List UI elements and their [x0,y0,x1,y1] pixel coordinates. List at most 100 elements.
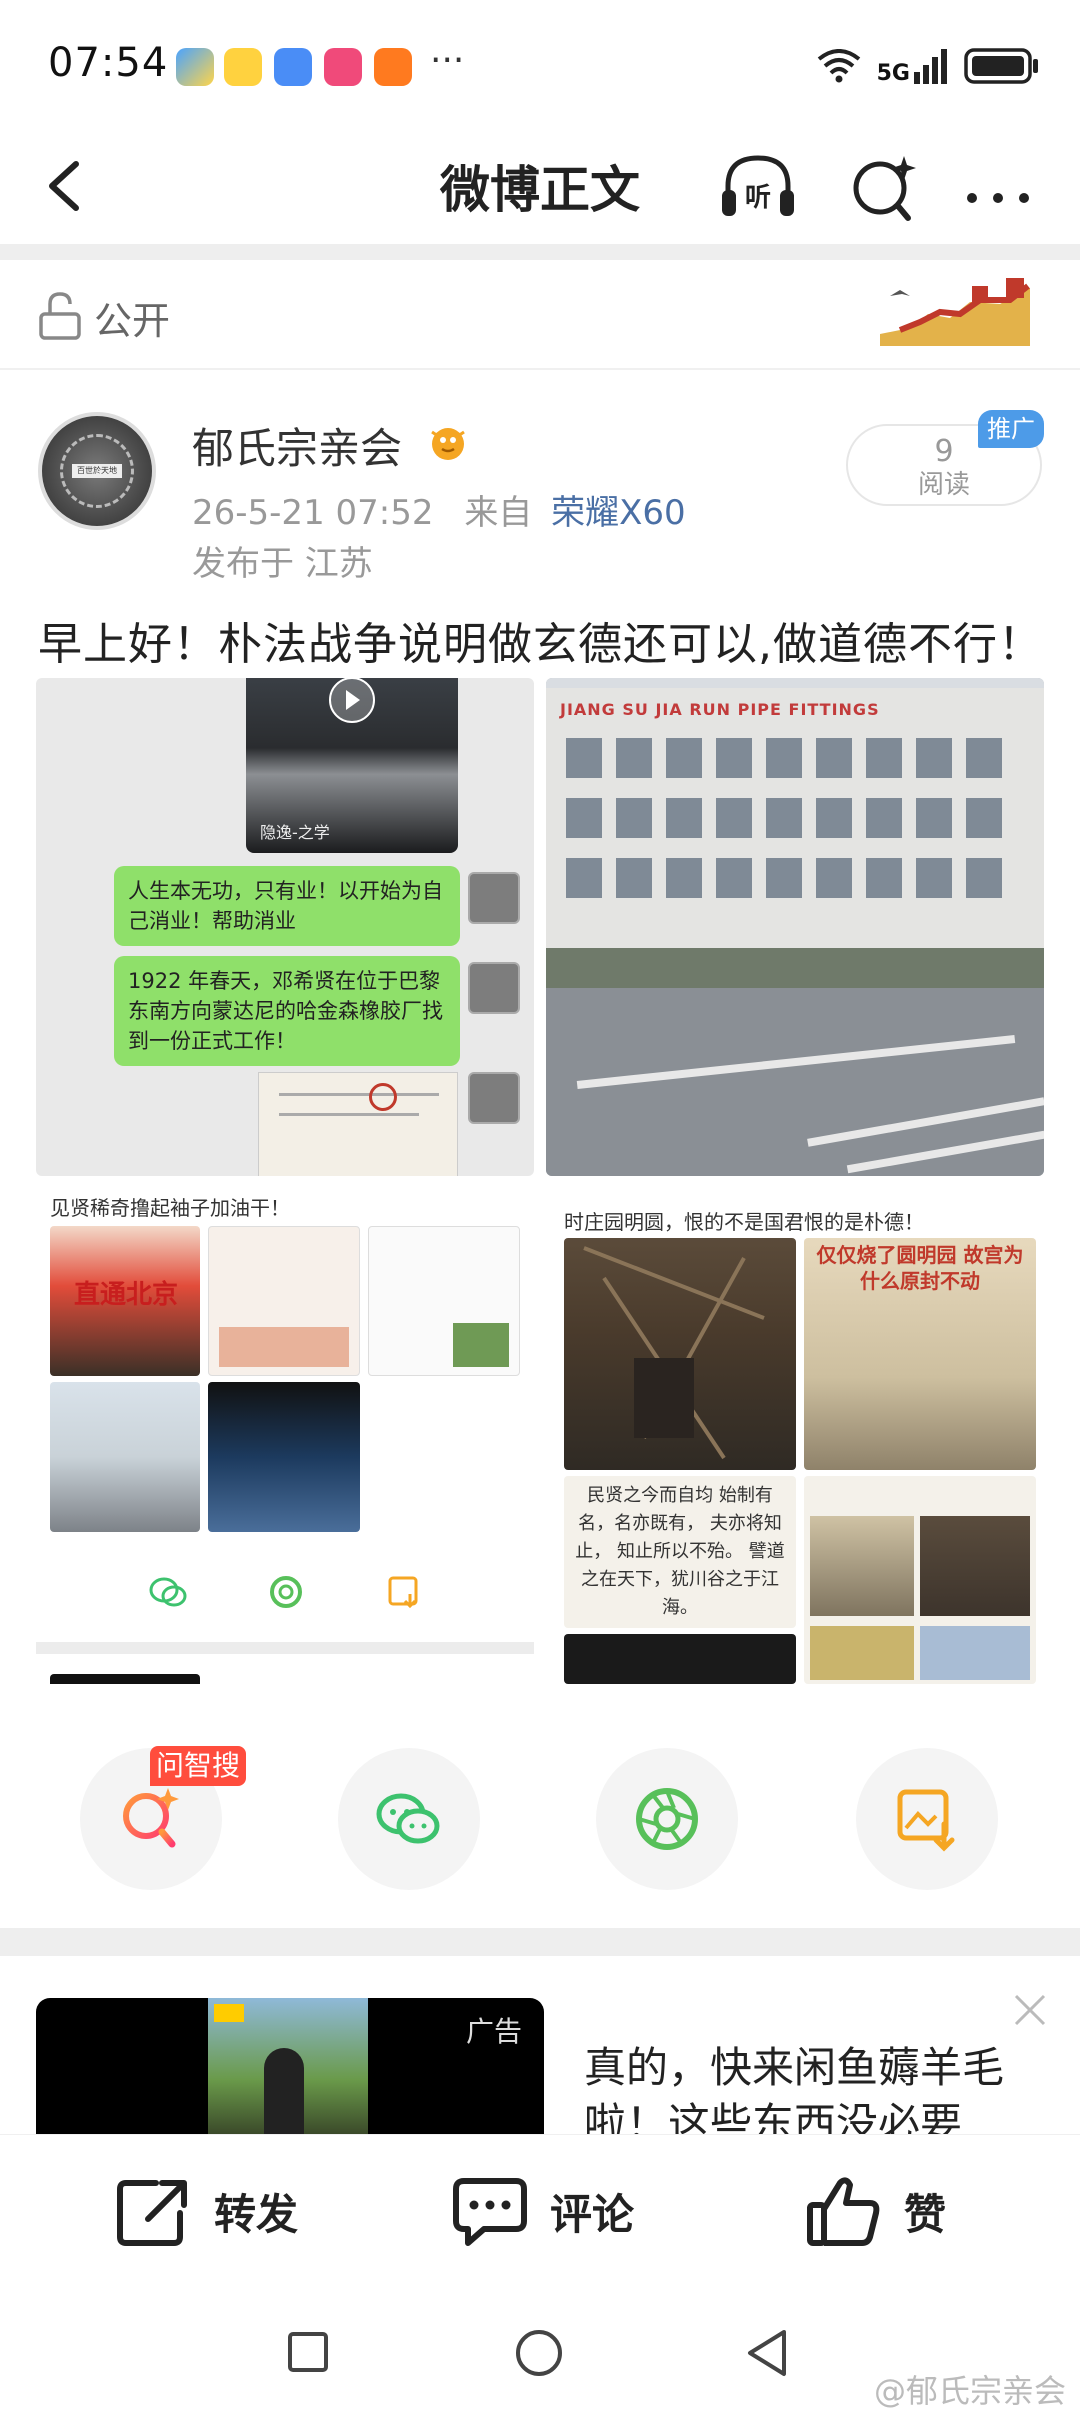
repost-icon [117,2180,187,2246]
collage-thumb-6 [50,1674,200,1684]
save-image-button[interactable] [856,1748,998,1890]
save-image-mini-icon [388,1576,418,1609]
chat-avatar [468,1072,520,1124]
moments-aperture-icon [636,1788,698,1850]
chat-avatar [468,872,520,924]
bottom-action-bar: 转发 评论 赞 [0,2134,1080,2282]
network-type: 5G [876,61,910,86]
taobao-app-icon [374,48,412,86]
fan-badge-icon [431,428,465,460]
promote-badge[interactable]: 推广 [978,410,1044,448]
ad-image[interactable]: 广告 [36,1998,544,2134]
like-button[interactable]: 赞 [806,2175,946,2247]
source-device-link[interactable]: 荣耀X60 [551,493,686,533]
recent-apps-icon[interactable] [286,2330,330,2374]
ruins-thumb-2: 仅仅烧了圆明园 故宫为什么原封不动 [804,1238,1036,1470]
source-prefix: 来自 [464,493,533,533]
collage-thumb-2 [208,1226,360,1376]
section-divider [0,244,1080,260]
post-datetime: 26-5-21 07:52 [192,493,434,533]
moments-mini-icon [270,1576,302,1608]
chat-bubble-1: 人生本无功，只有业！以开始为自己消业！帮助消业 [114,866,460,946]
ad-label: 广告 [465,2015,522,2048]
chat-bubble-2: 1922 年春天，邓希贤在位于巴黎东南方向蒙达尼的哈金森橡胶厂找到一份正式工作！ [114,956,460,1066]
visibility-label: 公开 [94,299,171,343]
listen-headphones-icon[interactable]: 听 [718,150,798,225]
comment-button[interactable]: 评论 [452,2175,634,2247]
author-name[interactable]: 郁氏宗亲会 [192,415,402,476]
share-moments-button[interactable] [596,1748,738,1890]
unlock-icon [39,292,81,340]
collage-banner: 直通北京 [74,1280,179,1310]
road [546,988,1044,1176]
post-image-3[interactable]: 见贤稀奇撸起袖子加油干！ 直通北京 [36,1186,534,1684]
battery-icon [964,48,1038,84]
video-app-icon [324,48,362,86]
home-icon[interactable] [514,2328,564,2378]
chat-avatar [468,962,520,1014]
video-thumbnail: 隐逸-之学 [246,678,458,853]
status-indicators: 5G [817,44,1040,88]
building-sign: JIANG SU JIA RUN PIPE FITTINGS [560,700,880,719]
collage-thumb-1: 直通北京 [50,1226,200,1376]
poem-text: 民贤之今而自均 始制有名，名亦既有， 夫亦将知止， 知止所以不殆。 譬道之在天下… [575,1485,785,1618]
close-ad-icon[interactable] [1010,1990,1050,2030]
play-icon [329,678,375,723]
post-location: 发布于 江苏 [192,544,373,584]
listen-label: 听 [745,183,771,213]
repost-button[interactable]: 转发 [116,2175,298,2247]
share-wechat-button[interactable] [338,1748,480,1890]
weather-app-icon [176,48,214,86]
avatar-text: 百世於天地 [72,464,122,478]
smart-search-icon[interactable] [846,150,926,225]
poem-thumb: 民贤之今而自均 始制有名，名亦既有， 夫亦将知止， 知止所以不殆。 譬道之在天下… [564,1476,796,1628]
more-notifications-icon: ··· [430,40,465,81]
weibo-app-icon [224,48,262,86]
ruins-thumb-3 [804,1476,1036,1684]
save-image-icon [897,1789,955,1852]
cell-signal-icon: 5G [876,48,948,86]
more-options-icon[interactable] [958,150,1038,225]
wechat-mini-icon [149,1577,187,1607]
top-nav-bar: 微博正文 听 [0,130,1080,245]
video-caption: 隐逸-之学 [260,823,330,842]
weibo-watermark: @郁氏宗亲会 [873,2372,1066,2410]
repost-label: 转发 [214,2189,299,2239]
comment-icon [453,2178,527,2246]
comment-label: 评论 [550,2189,635,2239]
back-triangle-icon[interactable] [744,2328,790,2378]
collage-divider [36,1642,534,1654]
author-avatar[interactable]: 百世於天地 [38,412,156,530]
section-divider [0,1928,1080,1956]
post-image-1[interactable]: 隐逸-之学 人生本无功，只有业！以开始为自己消业！帮助消业 1922 年春天，邓… [36,678,534,1176]
screen: 07:54 ··· 5G 微博正文 听 公开 百世於天地 郁氏宗亲会 26-5-… [0,0,1080,2412]
great-wall-decoration-icon [880,278,1030,346]
building-facade: JIANG SU JIA RUN PIPE FITTINGS [546,688,1044,958]
ruins-banner: 仅仅烧了圆明园 故宫为什么原封不动 [816,1243,1024,1293]
read-label: 阅读 [917,470,970,500]
collage-thumb-5 [208,1382,360,1532]
collage-caption-2: 时庄园明圆，恨的不是国君恨的是朴德！ [564,1210,924,1234]
ruins-thumb-1 [564,1238,796,1470]
video-strip-thumb [564,1634,796,1684]
fence [546,948,1044,988]
post-text: 早上好！朴法战争说明做玄德还可以,做道德不行！ [38,619,1043,670]
collage-caption: 见贤稀奇撸起袖子加油干！ [50,1196,290,1220]
post-meta: 26-5-21 07:52 来自 荣耀X60 [192,485,686,534]
wechat-icon [376,1793,440,1844]
document-photo [258,1072,458,1176]
thumbs-up-icon [807,2177,880,2246]
visibility-row[interactable]: 公开 [0,262,1080,370]
like-label: 赞 [904,2189,947,2239]
building-windows [566,738,1002,898]
wifi-icon [817,49,860,83]
status-bar: 07:54 ··· 5G [0,0,1080,130]
smart-search-icon [123,1788,179,1848]
ad-photo [208,1998,368,2134]
post-image-4[interactable]: 时庄园明圆，恨的不是国君恨的是朴德！ 仅仅烧了圆明园 故宫为什么原封不动 民贤之… [546,1186,1044,1684]
ask-search-badge: 问智搜 [150,1746,246,1786]
post-image-2[interactable]: JIANG SU JIA RUN PIPE FITTINGS [546,678,1044,1176]
message-app-icon [274,48,312,86]
collage-thumb-3 [368,1226,520,1376]
status-time: 07:54 [48,40,169,86]
